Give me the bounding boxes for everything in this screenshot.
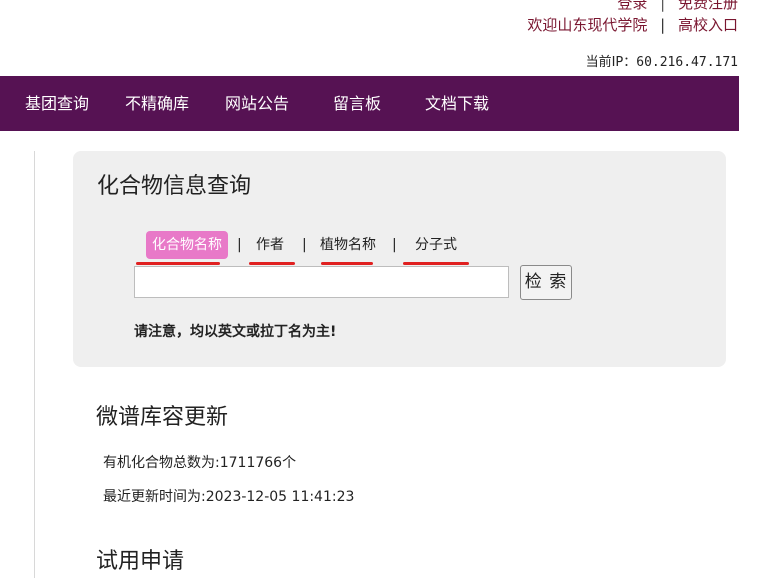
trial-section-title: 试用申请 — [96, 549, 185, 574]
last-updated-value: 2023-12-05 11:41:23 — [205, 489, 355, 505]
ip-value: 60.216.47.171 — [636, 55, 738, 70]
annotation-underline — [403, 262, 469, 265]
search-input[interactable] — [134, 266, 509, 298]
top-account-links: 登录 | 免费注册 — [617, 0, 738, 13]
ip-label: 当前IP： — [585, 55, 637, 70]
compound-total-unit: 个 — [282, 455, 297, 471]
welcome-separator: | — [660, 16, 666, 34]
tab-molecular-formula[interactable]: 分子式 — [415, 231, 457, 259]
nav-item-message-board[interactable]: 留言板 — [333, 76, 381, 131]
last-updated: 最近更新时间为:2023-12-05 11:41:23 — [103, 486, 354, 506]
login-link[interactable]: 登录 — [617, 0, 647, 12]
tab-separator: | — [237, 237, 242, 253]
panel-title: 化合物信息查询 — [97, 174, 252, 199]
left-divider — [34, 151, 35, 578]
main-nav: 基团查询 不精确库 网站公告 留言板 文档下载 — [0, 76, 739, 131]
nav-item-fuzzy-library[interactable]: 不精确库 — [125, 76, 189, 131]
compound-search-panel: 化合物信息查询 化合物名称 | 作者 | 植物名称 | 分子式 检 索 请注意，… — [73, 151, 726, 367]
annotation-underline — [136, 262, 220, 265]
current-ip: 当前IP：60.216.47.171 — [586, 51, 738, 70]
annotation-underline — [249, 262, 295, 265]
search-button[interactable]: 检 索 — [520, 265, 572, 300]
tab-separator: | — [302, 237, 307, 253]
tab-separator: | — [392, 237, 397, 253]
welcome-bar: 欢迎山东现代学院 | 高校入口 — [527, 14, 738, 35]
compound-total-label: 有机化合物总数为: — [103, 455, 220, 471]
link-separator: | — [660, 0, 666, 12]
compound-total-value: 1711766 — [219, 455, 283, 471]
nav-item-group-query[interactable]: 基团查询 — [25, 76, 89, 131]
annotation-underline — [321, 262, 373, 265]
tab-compound-name[interactable]: 化合物名称 — [146, 231, 228, 259]
tab-author[interactable]: 作者 — [256, 231, 284, 259]
search-notice: 请注意，均以英文或拉丁名为主! — [134, 324, 337, 340]
tab-plant-name[interactable]: 植物名称 — [320, 231, 376, 259]
last-updated-label: 最近更新时间为: — [103, 489, 206, 505]
nav-item-document-download[interactable]: 文档下载 — [425, 76, 489, 131]
update-section-title: 微谱库容更新 — [96, 405, 229, 430]
register-link[interactable]: 免费注册 — [678, 0, 738, 12]
nav-item-announcements[interactable]: 网站公告 — [225, 76, 289, 131]
compound-total: 有机化合物总数为:1711766个 — [103, 452, 296, 472]
welcome-text: 欢迎山东现代学院 — [527, 16, 648, 34]
school-entry-link[interactable]: 高校入口 — [678, 16, 738, 34]
